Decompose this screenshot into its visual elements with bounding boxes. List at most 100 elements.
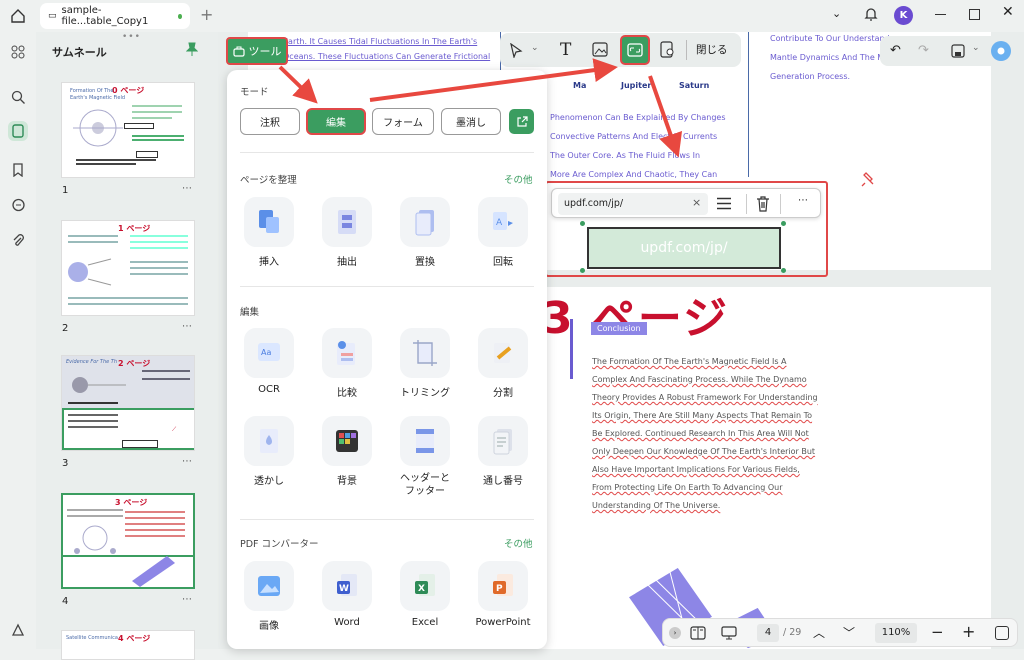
thumbnail-label: 3 ページ — [115, 498, 148, 507]
search-icon[interactable] — [8, 87, 28, 107]
ai-assistant-icon[interactable] — [991, 41, 1011, 61]
rotate-icon: A — [478, 197, 528, 247]
tools-label: ツール — [248, 45, 282, 58]
link-url-field[interactable]: updf.com/jp/ × — [558, 193, 708, 215]
tool-label: 通し番号 — [483, 476, 523, 487]
new-tab-plus-icon[interactable]: + — [200, 5, 213, 24]
convert-image[interactable]: 画像 — [239, 561, 299, 632]
text-block-middle: Phenomenon Can Be Explained By Changes C… — [550, 113, 726, 179]
presentation-icon[interactable] — [721, 626, 737, 640]
tool-label: 透かし — [254, 476, 284, 487]
mode-redact[interactable]: 墨消し — [441, 108, 501, 135]
select-arrow-icon[interactable] — [509, 43, 523, 58]
resize-handle[interactable] — [580, 221, 585, 226]
thumbnail-more-icon[interactable]: ⋯ — [182, 594, 193, 605]
right-toolbar: ↶ ↷ ⌄ — [880, 36, 1016, 66]
converter-more-link[interactable]: その他 — [504, 536, 533, 550]
add-link-button[interactable] — [620, 35, 650, 65]
tool-label: 抽出 — [337, 257, 357, 268]
zoom-out-icon[interactable]: − — [931, 623, 944, 641]
zoom-level[interactable]: 110% — [875, 623, 917, 643]
chevron-down-icon[interactable]: ⌄ — [972, 43, 980, 53]
attachment-icon[interactable] — [8, 230, 28, 250]
chevron-down-icon[interactable]: ⌄ — [531, 43, 539, 53]
pin-annotation-icon[interactable] — [861, 171, 877, 189]
chevron-down-icon[interactable]: ⌄ — [832, 7, 841, 20]
tool-replace[interactable]: 置換 — [395, 197, 455, 268]
add-text-icon[interactable]: T — [560, 40, 571, 60]
zoom-in-icon[interactable]: + — [962, 622, 975, 641]
bell-icon[interactable] — [864, 6, 878, 22]
tool-watermark[interactable]: 透かし — [239, 416, 299, 487]
mode-edit[interactable]: 編集 — [306, 108, 366, 135]
align-menu-icon[interactable] — [716, 197, 732, 210]
thumbnail-more-icon[interactable]: ⋯ — [182, 456, 193, 467]
thumbnail-page-1[interactable]: 0 ページ Formation Of The Earth's Magnetic … — [61, 82, 195, 178]
thumbnail-page-2[interactable]: 1 ページ — [61, 220, 195, 316]
mode-annotate[interactable]: 注釈 — [240, 108, 300, 135]
chevron-down-icon[interactable]: ﹀ — [843, 624, 855, 641]
pin-icon[interactable] — [186, 42, 198, 56]
page-number-input[interactable]: 4 — [757, 624, 779, 642]
planet-label: Saturn — [679, 81, 710, 90]
redo-icon[interactable]: ↷ — [918, 43, 929, 58]
tool-ocr[interactable]: Aa OCR — [239, 328, 299, 395]
chevron-up-icon[interactable]: ︿ — [813, 624, 825, 641]
resize-handle[interactable] — [781, 268, 786, 273]
close-icon[interactable]: ✕ — [1002, 4, 1014, 20]
thumbnail-icon[interactable] — [8, 121, 28, 141]
fit-page-icon[interactable] — [995, 626, 1009, 640]
tool-rotate[interactable]: A 回転 — [473, 197, 533, 268]
thumbnail-page-5[interactable]: Satellite Communica 4 ページ — [61, 630, 195, 660]
convert-word[interactable]: W Word — [317, 561, 377, 628]
delete-icon[interactable] — [756, 196, 770, 212]
tools-button[interactable]: ツール — [226, 37, 288, 65]
bookmark-icon[interactable] — [8, 160, 28, 180]
undo-icon[interactable]: ↶ — [890, 43, 901, 58]
tool-compare[interactable]: 比較 — [317, 328, 377, 399]
add-image-icon[interactable] — [592, 42, 608, 57]
comment-icon[interactable] — [8, 195, 28, 215]
tool-crop[interactable]: トリミング — [395, 328, 455, 399]
thumbnail-page-4[interactable]: 3 ページ — [61, 493, 195, 589]
link-url-value: updf.com/jp/ — [564, 198, 624, 209]
reading-mode-icon[interactable] — [690, 626, 706, 640]
drag-handle[interactable]: ••• — [122, 32, 141, 42]
resize-handle[interactable] — [580, 268, 585, 273]
layers-icon[interactable] — [8, 620, 28, 640]
document-tab[interactable]: ▭ sample-file...table_Copy1 — [40, 3, 190, 29]
save-icon[interactable] — [951, 44, 965, 58]
add-shape-icon[interactable] — [660, 41, 675, 58]
more-options-icon[interactable]: ⋯ — [798, 195, 809, 206]
maximize-icon[interactable] — [969, 9, 980, 20]
tool-label: 分割 — [493, 388, 513, 399]
thumbnail-heading: Evidence For The Th — [66, 359, 118, 365]
tool-header-footer[interactable]: ヘッダーと フッター — [395, 416, 455, 498]
tool-background[interactable]: 背景 — [317, 416, 377, 487]
close-edit-button[interactable]: 閉じる — [696, 42, 728, 57]
tool-extract[interactable]: 抽出 — [317, 197, 377, 268]
tool-insert[interactable]: 挿入 — [239, 197, 299, 268]
organize-more-link[interactable]: その他 — [504, 172, 533, 186]
tool-split[interactable]: 分割 — [473, 328, 533, 399]
open-external-button[interactable] — [509, 109, 534, 134]
grid-icon[interactable] — [8, 42, 28, 62]
resize-handle[interactable] — [781, 221, 786, 226]
home-icon[interactable] — [10, 8, 26, 24]
tool-label: 置換 — [415, 257, 435, 268]
convert-powerpoint[interactable]: P PowerPoint — [473, 561, 533, 628]
clear-icon[interactable]: × — [692, 196, 701, 209]
mode-form[interactable]: フォーム — [372, 108, 434, 135]
minimize-icon[interactable] — [935, 14, 946, 15]
svg-text:A: A — [496, 218, 503, 228]
convert-excel[interactable]: X Excel — [395, 561, 455, 628]
thumbnail-more-icon[interactable]: ⋯ — [182, 321, 193, 332]
tool-bates-number[interactable]: 通し番号 — [473, 416, 533, 487]
thumbnail-more-icon[interactable]: ⋯ — [182, 183, 193, 194]
avatar[interactable]: K — [894, 6, 913, 25]
background-icon — [322, 416, 372, 466]
link-area[interactable]: updf.com/jp/ — [587, 227, 781, 269]
powerpoint-file-icon: P — [478, 561, 528, 611]
collapse-icon[interactable]: › — [669, 627, 681, 639]
thumbnail-page-3[interactable]: Evidence For The Th 2 ページ ⟋ — [61, 355, 195, 451]
